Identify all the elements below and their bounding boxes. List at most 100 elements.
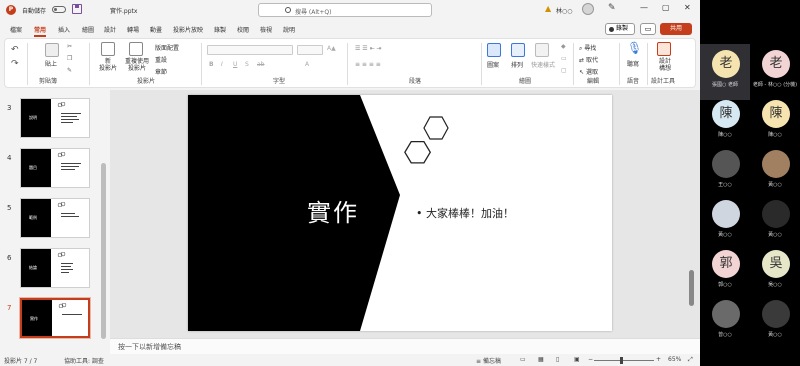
- slide-title[interactable]: 實作: [278, 193, 388, 228]
- participant-tile[interactable]: 陳陳○○: [700, 94, 750, 150]
- tab-home[interactable]: 常用: [34, 25, 47, 37]
- shapes-icon[interactable]: [487, 43, 501, 57]
- paste-icon[interactable]: [45, 43, 59, 57]
- comment-button[interactable]: ▭: [640, 23, 656, 35]
- thumbnail-row[interactable]: 6 結論: [0, 248, 100, 292]
- tab-slideshow[interactable]: 投影片放映: [173, 25, 203, 34]
- bullets-icon[interactable]: ☰ ☰ ⇤ ⇥: [355, 45, 382, 52]
- current-slide[interactable]: 實作 • 大家棒棒！加油！: [188, 95, 612, 331]
- new-slide-icon[interactable]: [101, 42, 115, 56]
- tab-draw[interactable]: 繪圖: [82, 25, 94, 34]
- format-painter-icon[interactable]: ✎: [67, 67, 72, 74]
- tab-insert[interactable]: 插入: [58, 25, 70, 34]
- select-button[interactable]: ↖ 選取: [579, 67, 598, 76]
- fit-slide-icon[interactable]: ⤢: [688, 356, 693, 364]
- shadow-icon[interactable]: S: [245, 61, 249, 68]
- close-button[interactable]: ✕: [684, 3, 691, 12]
- pen-icon[interactable]: ✎: [608, 3, 616, 13]
- zoom-in-icon[interactable]: +: [656, 356, 661, 363]
- participant-tile[interactable]: 黃○○: [750, 144, 800, 200]
- tab-review[interactable]: 校閱: [237, 25, 249, 34]
- participant-tile[interactable]: 郭郭○○: [700, 244, 750, 300]
- user-name[interactable]: 林○○: [556, 6, 572, 15]
- reading-view-icon[interactable]: ▯: [556, 356, 559, 363]
- slide-thumbnail[interactable]: 範例: [20, 198, 90, 238]
- editor-scrollbar[interactable]: [689, 270, 694, 306]
- share-button[interactable]: 共用: [660, 23, 692, 35]
- thumbnails-scrollbar[interactable]: [101, 163, 106, 339]
- participant-tile[interactable]: 曾○○: [700, 294, 750, 350]
- italic-icon[interactable]: I: [221, 61, 223, 68]
- zoom-out-icon[interactable]: −: [588, 356, 593, 363]
- replace-button[interactable]: ⇄ 取代: [579, 55, 598, 64]
- participant-tile[interactable]: 黃○○: [700, 194, 750, 250]
- zoom-level[interactable]: 65%: [668, 356, 681, 363]
- strikethrough-icon[interactable]: ab: [257, 61, 265, 68]
- font-color-icon[interactable]: A: [305, 61, 309, 68]
- thumbnail-row[interactable]: 5 範例: [0, 198, 100, 242]
- normal-view-icon[interactable]: ▭: [520, 356, 526, 363]
- bold-icon[interactable]: B: [209, 61, 214, 68]
- record-button[interactable]: 錄製: [605, 23, 635, 35]
- font-name-box[interactable]: [207, 45, 293, 55]
- reuse-slide-label[interactable]: 重複使用投影片: [123, 58, 151, 72]
- section-button[interactable]: 章節: [155, 67, 167, 76]
- thumbnail-row[interactable]: 4 題目: [0, 148, 100, 192]
- slide-thumbnail[interactable]: 題目: [20, 148, 90, 188]
- zoom-slider-thumb[interactable]: [620, 357, 623, 364]
- slideshow-icon[interactable]: ▣: [574, 356, 580, 363]
- reset-button[interactable]: 重設: [155, 55, 167, 64]
- participant-tile[interactable]: 黃○○: [750, 294, 800, 350]
- slide-bullet-text[interactable]: • 大家棒棒！加油！: [416, 205, 514, 221]
- redo-icon[interactable]: ↷: [11, 59, 19, 69]
- participant-tile[interactable]: 吳吳○○: [750, 244, 800, 300]
- thumbnail-row[interactable]: 3 說明: [0, 98, 100, 142]
- font-size-box[interactable]: [297, 45, 323, 55]
- minimize-button[interactable]: —: [640, 3, 648, 12]
- participant-tile[interactable]: 黃○○: [750, 194, 800, 250]
- zoom-slider[interactable]: [594, 360, 654, 361]
- layout-button[interactable]: 版面配置: [155, 43, 179, 52]
- shape-fill-icon[interactable]: ◆: [561, 43, 566, 50]
- copy-icon[interactable]: ❐: [67, 55, 72, 62]
- grow-font-icon[interactable]: A▲: [327, 45, 336, 52]
- warning-icon[interactable]: ▲: [545, 4, 551, 13]
- autosave-toggle[interactable]: [52, 6, 66, 13]
- tab-design[interactable]: 設計: [104, 25, 116, 34]
- participant-tile[interactable]: 老張國○ 老師: [700, 44, 750, 100]
- maximize-button[interactable]: ▢: [662, 3, 670, 12]
- thumbnail-row[interactable]: 7 實作: [0, 297, 100, 342]
- underline-icon[interactable]: U: [233, 61, 237, 68]
- align-icon[interactable]: ≡ ≡ ≡ ≡: [355, 61, 381, 68]
- document-title[interactable]: 實作.pptx: [110, 6, 137, 15]
- find-button[interactable]: ⌕ 尋找: [579, 43, 596, 53]
- cut-icon[interactable]: ✂: [67, 43, 72, 50]
- tab-view[interactable]: 檢視: [260, 25, 272, 34]
- arrange-icon[interactable]: [511, 43, 525, 57]
- notes-toggle[interactable]: ≡ 備忘稿: [476, 356, 501, 365]
- search-box[interactable]: 搜尋 (Alt+Q): [258, 3, 432, 17]
- participant-tile[interactable]: 陳陳○○: [750, 94, 800, 150]
- accessibility-status[interactable]: 協助工具: 調查: [64, 356, 104, 365]
- tab-file[interactable]: 檔案: [10, 25, 22, 34]
- slide-sorter-icon[interactable]: ▦: [538, 356, 544, 363]
- reuse-slide-icon[interactable]: [129, 42, 143, 56]
- notes-pane[interactable]: 按一下以新增備忘稿: [110, 338, 700, 354]
- shape-outline-icon[interactable]: ▭: [561, 55, 567, 62]
- shape-effects-icon[interactable]: ▢: [561, 67, 567, 74]
- microphone-icon[interactable]: 🎙: [627, 41, 642, 55]
- undo-icon[interactable]: ↶: [11, 45, 19, 55]
- quick-styles-icon[interactable]: [535, 43, 549, 57]
- tab-help[interactable]: 說明: [283, 25, 295, 34]
- participant-tile[interactable]: 王○○: [700, 144, 750, 200]
- slide-thumbnail[interactable]: 說明: [20, 98, 90, 138]
- save-icon[interactable]: [72, 4, 82, 14]
- slide-thumbnail-selected[interactable]: 實作: [19, 297, 91, 339]
- participant-tile[interactable]: 老老師 - 林○○ (分機): [750, 44, 800, 100]
- tab-animations[interactable]: 動畫: [150, 25, 162, 34]
- tab-record[interactable]: 錄製: [214, 25, 226, 34]
- designer-icon[interactable]: [657, 42, 671, 56]
- user-avatar[interactable]: [582, 3, 594, 15]
- tab-transitions[interactable]: 轉場: [127, 25, 139, 34]
- slide-thumbnail[interactable]: 結論: [20, 248, 90, 288]
